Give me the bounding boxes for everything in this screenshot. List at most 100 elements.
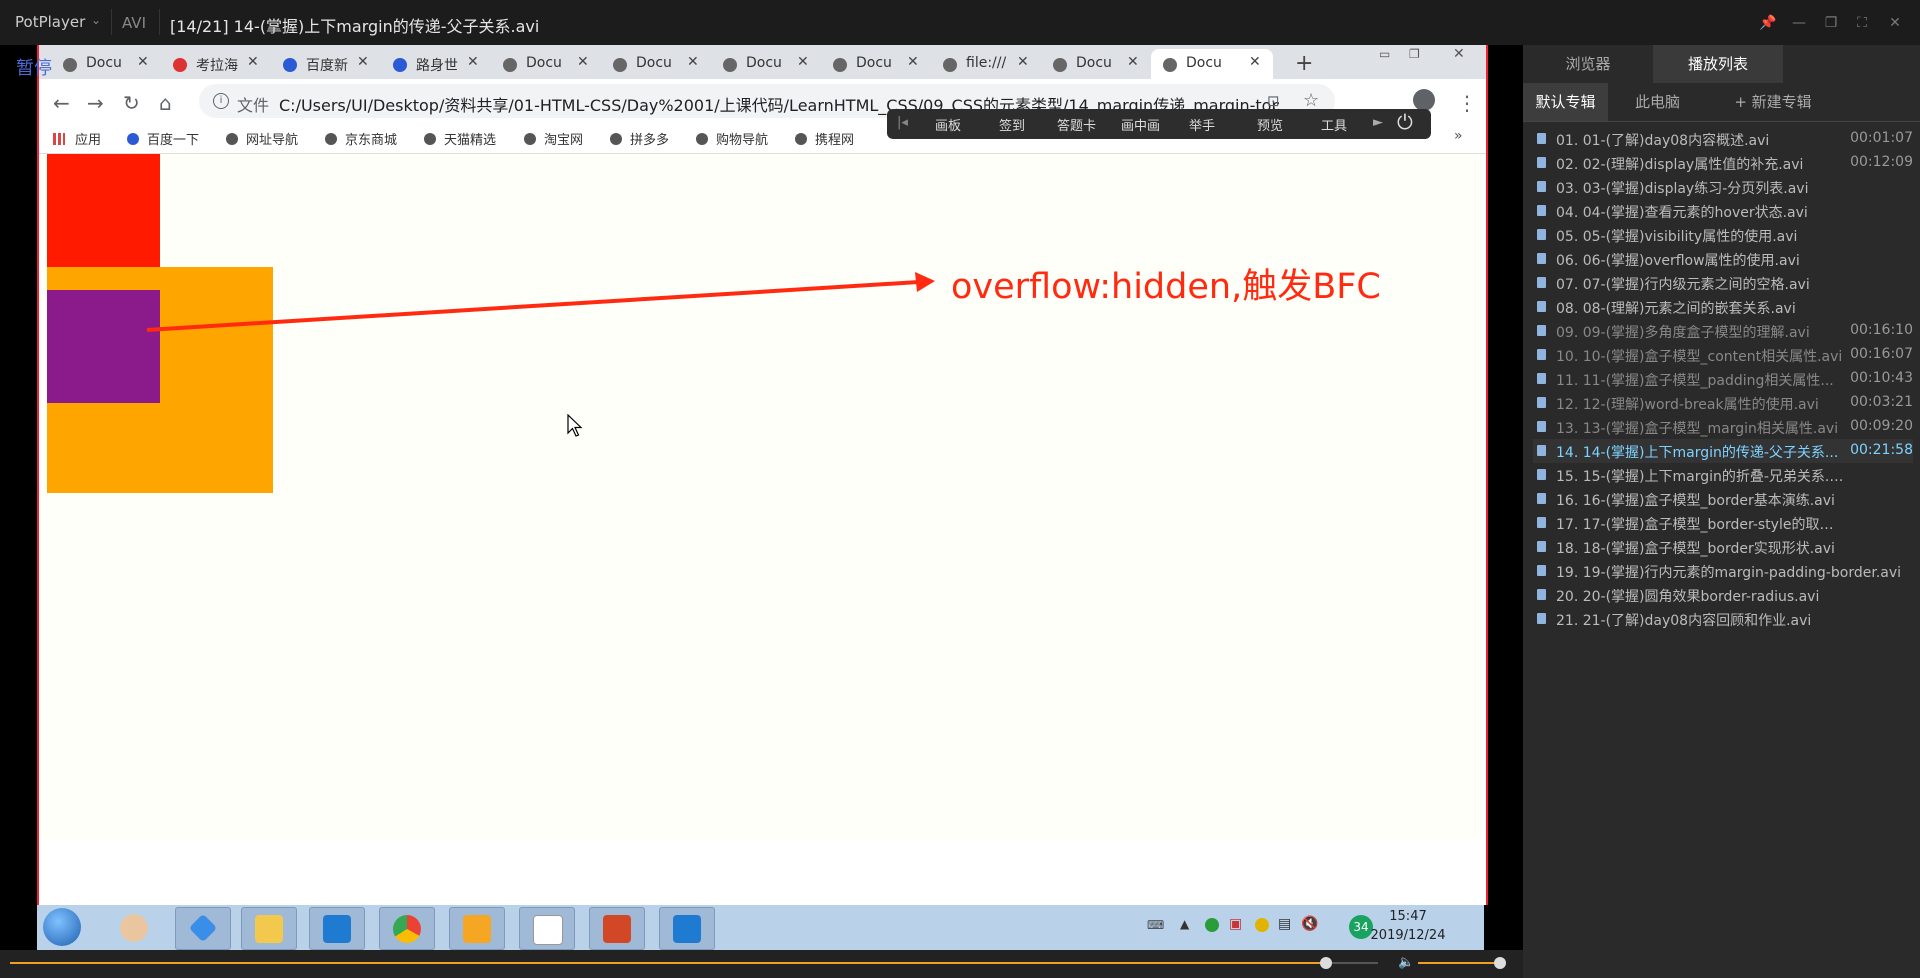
list-item[interactable]: 16. 16-(掌握)盒子模型_border基本演练.avi <box>1533 487 1913 511</box>
home-icon[interactable]: ⌂ <box>159 91 172 115</box>
bookmark-item[interactable]: 网址导航 <box>226 129 298 148</box>
subtab-default-album[interactable]: 默认专辑 <box>1523 83 1608 121</box>
bookmark-item[interactable]: 携程网 <box>795 129 854 148</box>
network-icon[interactable]: ▣ <box>1229 916 1242 932</box>
taskbar-vscode[interactable] <box>309 907 365 950</box>
menu-icon[interactable]: ⋮ <box>1457 91 1477 115</box>
taskbar-chrome[interactable] <box>379 907 435 950</box>
taskbar-app[interactable] <box>175 907 231 950</box>
collapse-icon[interactable]: |◂ <box>897 115 908 130</box>
chevron-up-icon[interactable]: ▲ <box>1180 917 1189 931</box>
list-item[interactable]: 19. 19-(掌握)行内元素的margin-padding-border.av… <box>1533 559 1913 583</box>
close-icon[interactable]: ✕ <box>137 54 149 70</box>
browser-tab-active[interactable]: Docu ✕ <box>1151 49 1273 79</box>
info-icon[interactable]: i <box>213 93 229 109</box>
list-item[interactable]: 08. 08-(理解)元素之间的嵌套关系.avi <box>1533 295 1913 319</box>
player-app-name[interactable]: PotPlayer <box>15 13 85 31</box>
browser-tab[interactable]: Docu ✕ <box>491 49 593 79</box>
list-item[interactable]: 04. 04-(掌握)查看元素的hover状态.avi <box>1533 199 1913 223</box>
forward-icon[interactable]: → <box>87 91 104 115</box>
list-item[interactable]: 18. 18-(掌握)盒子模型_border实现形状.avi <box>1533 535 1913 559</box>
volume-muted-icon[interactable]: 🔇 <box>1301 916 1318 932</box>
keyboard-icon[interactable]: ⌨ <box>1147 918 1164 932</box>
list-item[interactable]: 10. 10-(掌握)盒子模型_content相关属性.avi 00:16:07 <box>1533 343 1913 367</box>
list-item[interactable]: 01. 01-(了解)day08内容概述.avi 00:01:07 <box>1533 127 1913 151</box>
list-item[interactable]: 03. 03-(掌握)display练习-分页列表.avi <box>1533 175 1913 199</box>
browser-tab[interactable]: Docu ✕ <box>711 49 813 79</box>
list-item[interactable]: 06. 06-(掌握)overflow属性的使用.avi <box>1533 247 1913 271</box>
list-item[interactable]: 05. 05-(掌握)visibility属性的使用.avi <box>1533 223 1913 247</box>
bookmark-item[interactable]: 淘宝网 <box>524 129 583 148</box>
toolbar-tools[interactable]: 工具 <box>1321 115 1347 134</box>
close-icon[interactable]: ✕ <box>1453 46 1465 62</box>
device-icon[interactable]: ▤ <box>1278 916 1291 932</box>
bookmark-apps[interactable]: 应用 <box>53 129 101 148</box>
star-icon[interactable]: ☆ <box>1303 90 1319 111</box>
close-icon[interactable]: ✕ <box>357 54 369 70</box>
toolbar-raise-hand[interactable]: 举手 <box>1189 115 1215 134</box>
taskbar-avatar[interactable] <box>107 907 161 948</box>
list-item[interactable]: 15. 15-(掌握)上下margin的折叠-兄弟关系.avi <box>1533 463 1913 487</box>
close-icon[interactable]: ✕ <box>577 54 589 70</box>
taskbar-powerpoint[interactable] <box>589 907 645 950</box>
volume-slider[interactable] <box>1418 962 1502 964</box>
close-icon[interactable]: ✕ <box>1884 12 1906 34</box>
tab-browser[interactable]: 浏览器 <box>1523 45 1653 83</box>
list-item[interactable]: 17. 17-(掌握)盒子模型_border-style的取值.avi <box>1533 511 1913 535</box>
close-icon[interactable]: ✕ <box>247 54 259 70</box>
toolbar-preview[interactable]: 预览 <box>1257 115 1283 134</box>
bookmark-item[interactable]: 天猫精选 <box>424 129 496 148</box>
minimize-icon[interactable]: — <box>1788 12 1810 34</box>
bookmark-item[interactable]: 购物导航 <box>696 129 768 148</box>
tab-playlist[interactable]: 播放列表 <box>1653 45 1783 83</box>
subtab-this-pc[interactable]: 此电脑 <box>1615 83 1700 121</box>
tray-icon[interactable] <box>1255 918 1269 932</box>
taskbar-app[interactable] <box>449 907 505 950</box>
bookmark-item[interactable]: 百度一下 <box>127 129 199 148</box>
taskbar-vscode[interactable] <box>659 907 715 950</box>
list-item[interactable]: 07. 07-(掌握)行内级元素之间的空格.avi <box>1533 271 1913 295</box>
translate-icon[interactable]: ⊡ <box>1267 92 1280 110</box>
restore-icon[interactable]: ❐ <box>1409 47 1420 61</box>
toolbar-answer-card[interactable]: 答题卡 <box>1057 115 1096 134</box>
bookmark-item[interactable]: 京东商城 <box>325 129 397 148</box>
browser-tab[interactable]: 百度新 ✕ <box>271 49 373 79</box>
minimize-icon[interactable]: ▭ <box>1379 47 1390 61</box>
taskbar-explorer[interactable] <box>241 907 297 950</box>
close-icon[interactable]: ✕ <box>687 54 699 70</box>
taskbar-typora[interactable] <box>519 907 575 950</box>
list-item[interactable]: 11. 11-(掌握)盒子模型_padding相关属性... 00:10:43 <box>1533 367 1913 391</box>
list-item[interactable]: 21. 21-(了解)day08内容回顾和作业.avi <box>1533 607 1913 631</box>
list-item[interactable]: 13. 13-(掌握)盒子模型_margin相关属性.avi 00:09:20 <box>1533 415 1913 439</box>
clock[interactable]: 15:47 2019/12/24 <box>1368 909 1448 943</box>
close-icon[interactable]: ✕ <box>467 54 479 70</box>
more-bookmarks-icon[interactable]: » <box>1454 128 1463 144</box>
browser-tab[interactable]: Docu ✕ <box>51 49 153 79</box>
toolbar-pip[interactable]: 画中画 <box>1121 115 1160 134</box>
list-item[interactable]: 09. 09-(掌握)多角度盒子模型的理解.avi 00:16:10 <box>1533 319 1913 343</box>
new-tab-icon[interactable]: + <box>1295 51 1313 76</box>
browser-tab[interactable]: Docu ✕ <box>601 49 703 79</box>
close-icon[interactable]: ✕ <box>797 54 809 70</box>
arrow-icon[interactable]: ► <box>1373 115 1383 130</box>
list-item[interactable]: 20. 20-(掌握)圆角效果border-radius.avi <box>1533 583 1913 607</box>
pin-icon[interactable]: 📌 <box>1757 12 1779 34</box>
subtab-new-album[interactable]: + 新建专辑 <box>1713 83 1833 121</box>
bookmark-item[interactable]: 拼多多 <box>610 129 669 148</box>
browser-tab[interactable]: 路身世 ✕ <box>381 49 483 79</box>
volume-icon[interactable]: 🔈 <box>1398 955 1414 970</box>
close-icon[interactable]: ✕ <box>907 54 919 70</box>
browser-tab[interactable]: 考拉海 ✕ <box>161 49 263 79</box>
toolbar-checkin[interactable]: 签到 <box>999 115 1025 134</box>
reload-icon[interactable]: ↻ <box>123 91 140 115</box>
seek-handle[interactable] <box>1320 957 1332 969</box>
close-icon[interactable]: ✕ <box>1017 54 1029 70</box>
tray-icon[interactable] <box>1205 918 1219 932</box>
start-button[interactable] <box>43 908 81 946</box>
avatar[interactable] <box>1413 89 1435 111</box>
power-icon[interactable]: ⏻ <box>1397 110 1413 134</box>
close-icon[interactable]: ✕ <box>1249 54 1261 70</box>
list-item[interactable]: 12. 12-(理解)word-break属性的使用.avi 00:03:21 <box>1533 391 1913 415</box>
back-icon[interactable]: ← <box>53 91 70 115</box>
browser-tab[interactable]: Docu ✕ <box>1041 49 1143 79</box>
